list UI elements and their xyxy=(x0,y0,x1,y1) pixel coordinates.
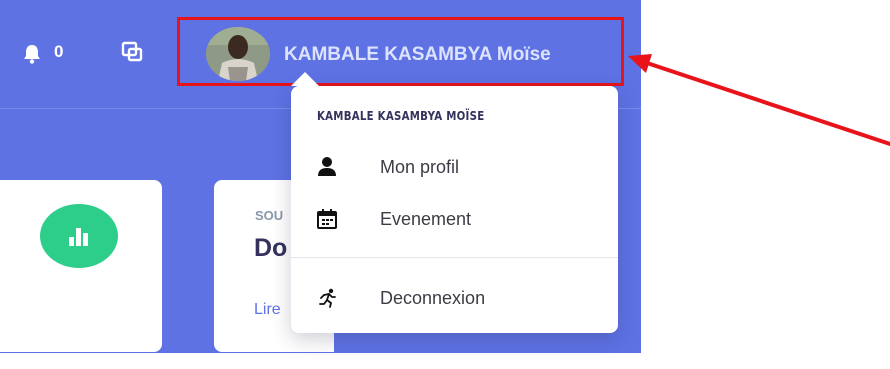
bell-icon[interactable] xyxy=(22,43,42,65)
menu-item-profile[interactable]: Mon profil xyxy=(291,146,618,188)
user-menu-highlight-box xyxy=(177,17,624,86)
card-read-link[interactable]: Lire xyxy=(254,301,281,319)
windows-icon[interactable] xyxy=(121,41,143,63)
menu-item-events[interactable]: Evenement xyxy=(291,198,618,240)
menu-item-label: Mon profil xyxy=(380,156,460,177)
chart-bar-icon xyxy=(40,204,118,268)
menu-item-label: Deconnexion xyxy=(380,287,486,308)
calendar-icon xyxy=(317,209,337,229)
user-icon xyxy=(318,157,336,176)
card-title: Do xyxy=(254,234,288,262)
dropdown-divider xyxy=(291,257,618,258)
menu-item-label: Evenement xyxy=(380,208,472,229)
menu-item-logout[interactable]: Deconnexion xyxy=(291,277,618,319)
running-icon xyxy=(319,288,336,308)
user-dropdown-menu: KAMBALE KASAMBYA MOÏSE Mon profil Evenem… xyxy=(291,72,618,333)
dropdown-header: KAMBALE KASAMBYA MOÏSE xyxy=(317,109,485,123)
card-eyebrow: SOU xyxy=(255,208,284,223)
screenshot-stage: 0 KAMBALE KASAMBYA Moïse SOU Do Lire KAM… xyxy=(0,0,890,369)
notification-count: 0 xyxy=(54,42,64,61)
